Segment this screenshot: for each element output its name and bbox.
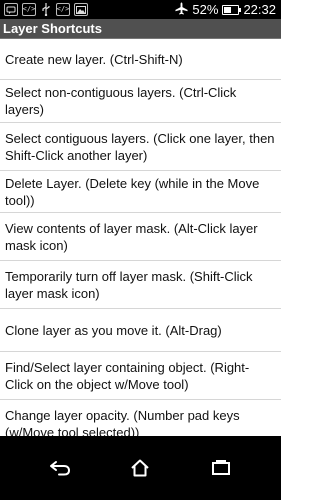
list-item-text: Change layer opacity. (Number pad keys (… [5,407,240,437]
list-item-text: Clone layer as you move it. (Alt-Drag) [5,322,222,338]
list-item-text: Find/Select layer containing object. (Ri… [5,359,250,392]
usb-icon [40,3,52,17]
airplane-icon [175,1,188,18]
battery-percent: 52% [192,2,219,17]
list-item[interactable]: Find/Select layer containing object. (Ri… [0,352,281,400]
battery-icon [222,4,242,15]
back-icon [50,461,71,476]
list-item[interactable]: View contents of layer mask. (Alt-Click … [0,213,281,261]
list-item[interactable]: Select contiguous layers. (Click one lay… [0,123,281,171]
page-title: Layer Shortcuts [3,21,102,36]
notification-icons: </> </> [0,3,88,17]
recent-apps-button[interactable] [197,444,245,492]
code-icon: </> [56,3,70,16]
list-item[interactable]: Delete Layer. (Delete key (while in the … [0,171,281,213]
code-icon: </> [22,3,36,16]
list-item[interactable]: Change layer opacity. (Number pad keys (… [0,400,281,437]
status-indicators: 52% 22:32 [175,1,281,18]
list-item[interactable]: Select non-contiguous layers. (Ctrl-Clic… [0,80,281,123]
list-item[interactable]: Create new layer. (Ctrl-Shift-N) [0,40,281,80]
home-button[interactable] [116,444,164,492]
list-item-text: Select non-contiguous layers. (Ctrl-Clic… [5,85,237,117]
navigation-bar [0,436,281,500]
list-item-text: Temporarily turn off layer mask. (Shift-… [5,268,253,301]
list-item[interactable]: Temporarily turn off layer mask. (Shift-… [0,261,281,309]
list-item-text: View contents of layer mask. (Alt-Click … [5,220,258,253]
list-item-text: Create new layer. (Ctrl-Shift-N) [5,52,183,67]
clock: 22:32 [243,2,276,17]
recent-apps-icon [211,460,230,475]
list-item-text: Delete Layer. (Delete key (while in the … [5,175,260,208]
title-bar: Layer Shortcuts [0,19,281,39]
list-item-text: Select contiguous layers. (Click one lay… [5,130,275,163]
image-icon [74,3,88,16]
shortcut-list[interactable]: Create new layer. (Ctrl-Shift-N) Select … [0,40,281,436]
chat-icon [4,3,18,16]
home-icon [131,459,150,477]
list-item[interactable]: Clone layer as you move it. (Alt-Drag) [0,309,281,352]
battery-level [224,6,232,13]
back-button[interactable] [36,444,84,492]
status-bar: </> </> 52% 22:32 [0,0,281,19]
